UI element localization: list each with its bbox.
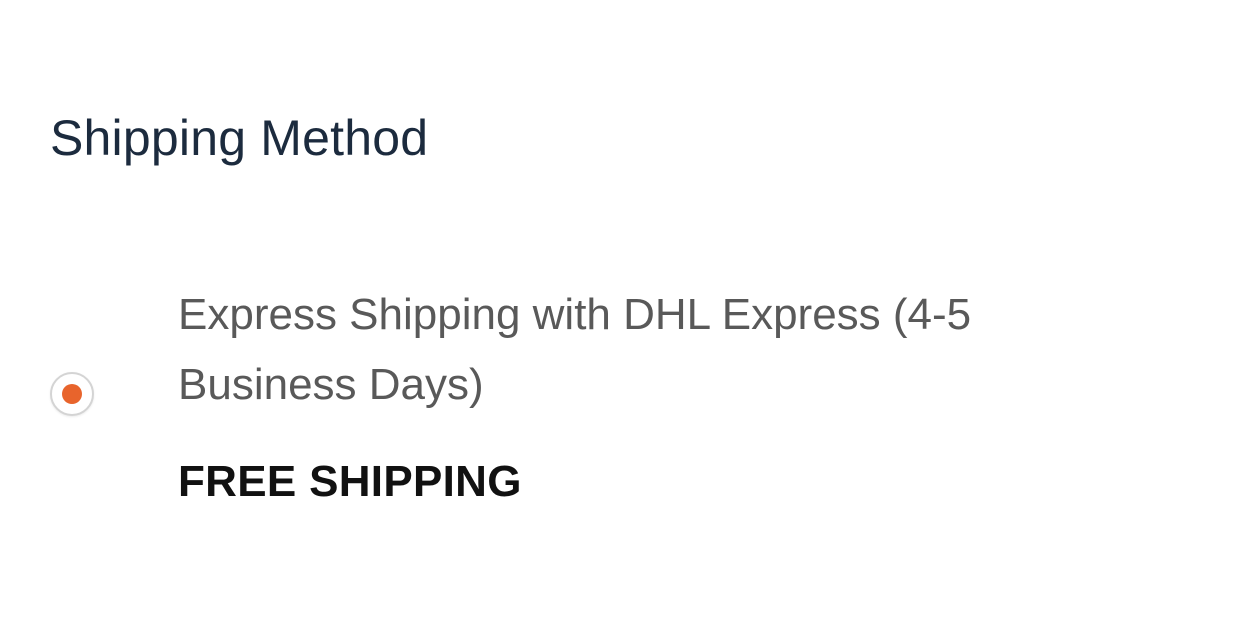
shipping-option-label: Express Shipping with DHL Express (4-5 B… <box>178 290 972 409</box>
radio-selected-dot-icon <box>62 384 82 404</box>
shipping-option-radio[interactable] <box>50 372 94 416</box>
shipping-method-title: Shipping Method <box>50 110 429 166</box>
shipping-option-price: FREE SHIPPING <box>178 457 522 506</box>
shipping-option-dhl-express[interactable]: Express Shipping with DHL Express (4-5 B… <box>48 280 1148 520</box>
